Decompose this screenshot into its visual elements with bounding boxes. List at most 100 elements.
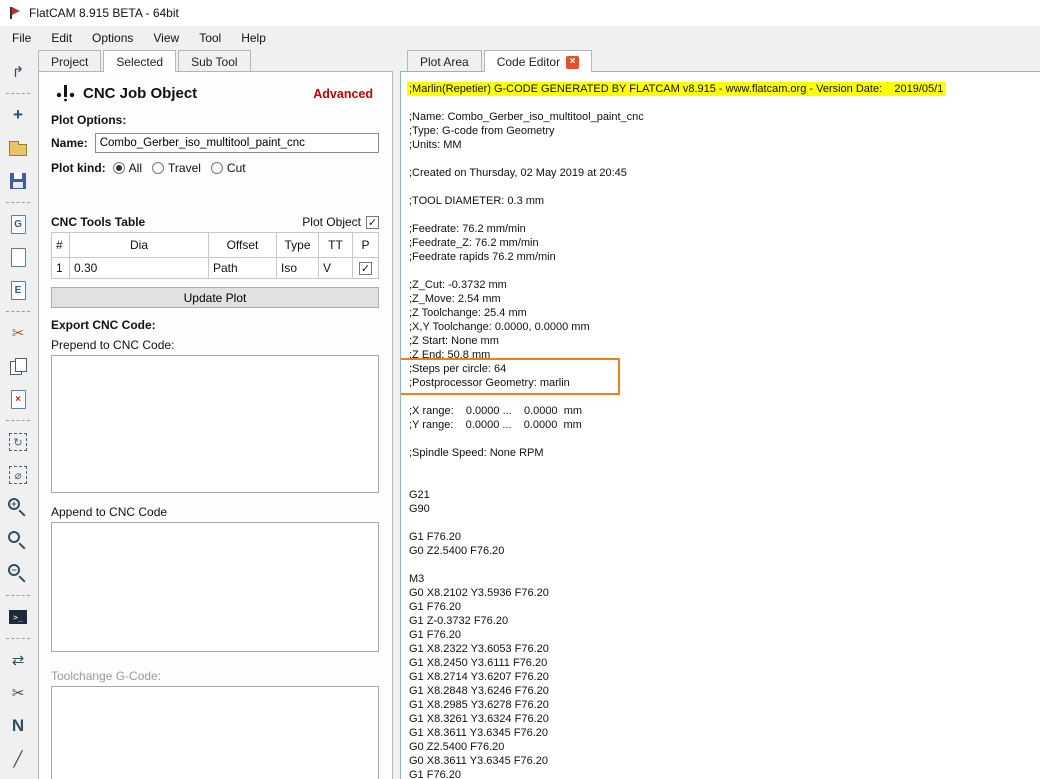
new-geometry-icon[interactable]: G [5, 212, 31, 236]
col-header-type: Type [276, 232, 319, 258]
code-line: G1 F76.20 [409, 629, 461, 641]
code-line: ;Feedrate: 76.2 mm/min [409, 223, 526, 235]
plot-kind-all[interactable]: All [112, 161, 143, 175]
toolbar-separator [6, 93, 30, 94]
radio-icon [210, 162, 223, 174]
menu-options[interactable]: Options [82, 27, 143, 49]
zoom-out-icon[interactable]: − [5, 562, 31, 586]
code-line: G1 X8.2322 Y3.6053 F76.20 [409, 643, 549, 655]
code-line: G1 F76.20 [409, 769, 461, 779]
menu-help[interactable]: Help [231, 27, 276, 49]
zoom-in-icon[interactable]: + [5, 496, 31, 520]
plot-kind-cut[interactable]: Cut [210, 161, 246, 175]
panel-title: CNC Job Object [83, 85, 198, 102]
code-line: G1 Z-0.3732 F76.20 [409, 615, 509, 627]
crosshair-move-icon[interactable]: + [5, 103, 31, 127]
close-tab-icon[interactable]: × [566, 55, 580, 69]
code-line: G0 Z2.5400 F76.20 [409, 545, 505, 557]
open-folder-icon[interactable] [5, 136, 31, 160]
annotation-box [401, 358, 620, 395]
shears-icon[interactable]: ✂ [5, 321, 31, 345]
update-plot-button[interactable]: Update Plot [51, 287, 379, 308]
advanced-label: Advanced [313, 86, 373, 101]
code-line: G0 Z2.5400 F76.20 [409, 741, 505, 753]
row-plot-checkbox[interactable] [359, 262, 372, 275]
tab-label: Sub Tool [191, 54, 238, 69]
toolbar-separator [6, 638, 30, 639]
code-line: ;Type: G-code from Geometry [409, 125, 555, 137]
code-line: M3 [409, 573, 425, 585]
code-line: ;Units: MM [409, 139, 462, 151]
append-label: Append to CNC Code [51, 505, 168, 519]
paint-tool-icon[interactable]: ╱ [5, 747, 31, 771]
shell-icon[interactable]: >_ [5, 605, 31, 629]
col-header-num: # [51, 232, 70, 258]
code-line: G0 X8.2102 Y3.5936 F76.20 [409, 587, 549, 599]
left-toolbar: ↱ + G E ✂ × ↻ ⌀ + − >_ ⇄ ✂ N ╱ [0, 60, 36, 771]
tab-selected[interactable]: Selected [103, 50, 177, 72]
plot-object-label: Plot Object [302, 215, 361, 229]
cutout-tool-icon[interactable]: ✂ [5, 681, 31, 705]
toolbar-separator [6, 595, 30, 596]
cnc-tools-table-label: CNC Tools Table [51, 215, 146, 229]
plot-object-checkbox[interactable] [366, 215, 379, 229]
cell-type: Iso [276, 257, 319, 279]
zoom-fit-icon[interactable] [5, 529, 31, 553]
code-line: ;Feedrate_Z: 76.2 mm/min [409, 237, 539, 249]
code-editor[interactable]: ;Marlin(Repetier) G-CODE GENERATED BY FL… [400, 71, 1040, 779]
code-line: G1 X8.2714 Y3.6207 F76.20 [409, 671, 549, 683]
append-gcode-input[interactable] [51, 522, 379, 652]
title-bar: FlatCAM 8.915 BETA - 64bit [0, 0, 1040, 26]
toolchange-gcode-input[interactable] [51, 686, 379, 779]
code-line: G1 F76.20 [409, 601, 461, 613]
delete-object-icon[interactable]: × [5, 387, 31, 411]
menu-view[interactable]: View [143, 27, 189, 49]
right-tab-bar: Plot Area Code Editor × [407, 50, 594, 72]
code-line: G1 X8.2450 Y3.6111 F76.20 [409, 657, 548, 669]
menu-file[interactable]: File [2, 27, 41, 49]
code-line: G21 [409, 489, 430, 501]
menu-tool[interactable]: Tool [189, 27, 231, 49]
new-excellon-icon[interactable]: E [5, 278, 31, 302]
code-line: ;Z Start: None mm [409, 335, 499, 347]
plot-kind-travel[interactable]: Travel [152, 161, 201, 175]
plot-options-label: Plot Options: [51, 113, 127, 127]
name-input[interactable] [94, 133, 379, 153]
code-line: ;Created on Thursday, 02 May 2019 at 20:… [409, 167, 627, 179]
menu-edit[interactable]: Edit [41, 27, 82, 49]
tab-project[interactable]: Project [38, 50, 102, 71]
code-line: G1 X8.2985 Y3.6278 F76.20 [409, 699, 549, 711]
replot-icon[interactable]: ↻ [5, 430, 31, 454]
code-line: ;Spindle Speed: None RPM [409, 447, 544, 459]
double-sided-tool-icon[interactable]: ⇄ [5, 648, 31, 672]
code-line: ;Z Toolchange: 25.4 mm [409, 307, 527, 319]
menu-bar: File Edit Options View Tool Help [0, 26, 1040, 50]
save-icon[interactable] [5, 169, 31, 193]
radio-icon [152, 162, 165, 174]
left-pane: Project Selected Sub Tool CNC Job Object A… [38, 50, 393, 779]
ncc-tool-icon[interactable]: N [5, 714, 31, 738]
radio-label: All [128, 161, 143, 175]
radio-icon [112, 162, 125, 174]
table-row[interactable]: 1 0.30 Path Iso V [51, 257, 379, 279]
code-line: G1 X8.2848 Y3.6246 F76.20 [409, 685, 549, 697]
tab-label: Code Editor [496, 55, 561, 69]
tab-plot-area[interactable]: Plot Area [407, 50, 482, 71]
new-gerber-icon[interactable] [5, 245, 31, 269]
code-line: ;Z_Move: 2.54 mm [409, 293, 501, 305]
toolbar-separator [6, 420, 30, 421]
prepend-gcode-input[interactable] [51, 355, 379, 493]
clear-plot-icon[interactable]: ⌀ [5, 463, 31, 487]
code-line: G1 X8.3261 Y3.6324 F76.20 [409, 713, 549, 725]
corner-arrow-icon[interactable]: ↱ [5, 60, 31, 84]
code-lines: ;Marlin(Repetier) G-CODE GENERATED BY FL… [401, 72, 1040, 779]
tab-sub-tool[interactable]: Sub Tool [178, 50, 251, 71]
copy-object-icon[interactable] [5, 354, 31, 378]
cnc-tools-table: # Dia Offset Type TT P 1 0.30 Path Iso V… [51, 232, 379, 279]
tab-code-editor[interactable]: Code Editor × [483, 50, 593, 72]
